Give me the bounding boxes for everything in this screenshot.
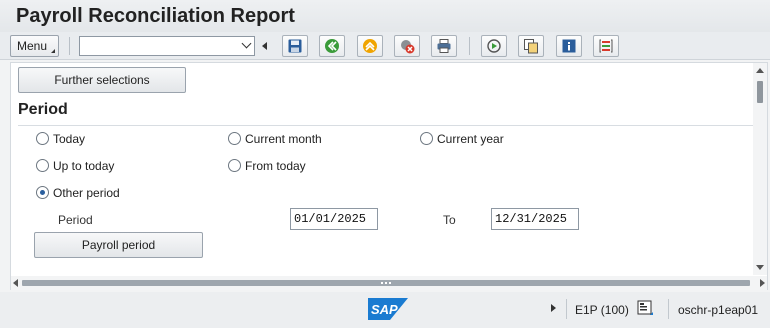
section-divider xyxy=(18,125,753,126)
command-field[interactable] xyxy=(79,36,255,56)
back-icon xyxy=(325,39,339,53)
info-button[interactable] xyxy=(556,35,582,57)
radio-up-to-today-label: Up to today xyxy=(53,159,115,173)
scroll-left-icon[interactable] xyxy=(13,279,18,287)
radio-today[interactable] xyxy=(36,132,49,145)
toolbar-separator xyxy=(469,37,470,55)
cancel-icon xyxy=(401,40,415,54)
radio-other-period-label: Other period xyxy=(53,186,120,200)
horizontal-scroll-thumb[interactable] xyxy=(22,280,750,286)
back-button[interactable] xyxy=(319,35,345,57)
save-icon xyxy=(288,39,302,53)
radio-current-year[interactable] xyxy=(420,132,433,145)
menu-caret-icon xyxy=(51,49,55,53)
sap-logo-text: SAP xyxy=(371,302,398,317)
status-expand-icon[interactable] xyxy=(551,304,556,312)
further-selections-button[interactable]: Further selections xyxy=(18,67,186,93)
exit-button[interactable] xyxy=(357,35,383,57)
radio-other-period[interactable] xyxy=(36,186,49,199)
selection-options-button[interactable] xyxy=(593,35,619,57)
print-button[interactable] xyxy=(431,35,457,57)
status-separator xyxy=(668,299,669,319)
radio-today-label: Today xyxy=(53,132,86,146)
status-bar: SAP E1P (100) oschr-p1eap01 xyxy=(0,292,770,328)
server-name: oschr-p1eap01 xyxy=(678,303,759,317)
menu-button[interactable]: Menu xyxy=(10,35,59,57)
vertical-scrollbar[interactable] xyxy=(753,63,767,275)
title-bar: Payroll Reconciliation Report xyxy=(0,0,770,32)
collapse-command-field-icon[interactable] xyxy=(262,42,267,50)
vertical-scroll-thumb[interactable] xyxy=(757,81,763,103)
get-variant-button[interactable] xyxy=(518,35,544,57)
execute-icon xyxy=(487,39,501,53)
scroll-right-icon[interactable] xyxy=(760,279,765,287)
radio-current-month-label: Current month xyxy=(245,132,322,146)
radio-up-to-today[interactable] xyxy=(36,159,49,172)
cancel-button[interactable] xyxy=(394,35,420,57)
exit-icon xyxy=(363,39,377,53)
period-label: Period xyxy=(58,213,93,227)
radio-from-today[interactable] xyxy=(228,159,241,172)
copy-variant-icon xyxy=(524,39,538,54)
radio-current-month[interactable] xyxy=(228,132,241,145)
toolbar-separator xyxy=(69,37,70,55)
period-to-field[interactable]: 12/31/2025 xyxy=(491,208,579,230)
toolbar: Menu xyxy=(0,32,770,60)
menu-button-label: Menu xyxy=(17,39,48,53)
print-icon xyxy=(437,39,451,53)
scroll-up-icon[interactable] xyxy=(756,68,764,73)
execute-button[interactable] xyxy=(481,35,507,57)
selection-screen: Further selections Period Today Current … xyxy=(10,62,768,290)
radio-current-year-label: Current year xyxy=(437,132,504,146)
selection-options-icon xyxy=(599,39,613,53)
status-separator xyxy=(566,299,567,319)
window-title: Payroll Reconciliation Report xyxy=(16,5,295,27)
to-label: To xyxy=(443,213,456,227)
save-button[interactable] xyxy=(282,35,308,57)
system-info[interactable]: E1P (100) xyxy=(575,303,629,317)
sap-logo: SAP xyxy=(368,298,408,320)
scroll-down-icon[interactable] xyxy=(756,265,764,270)
payroll-period-button[interactable]: Payroll period xyxy=(34,232,203,258)
system-info-icon[interactable] xyxy=(637,300,653,316)
section-title-period: Period xyxy=(18,101,68,118)
horizontal-scrollbar[interactable] xyxy=(11,276,767,290)
radio-from-today-label: From today xyxy=(245,159,306,173)
period-from-field[interactable]: 01/01/2025 xyxy=(290,208,378,230)
chevron-down-icon[interactable] xyxy=(241,38,252,49)
info-icon xyxy=(562,39,576,53)
